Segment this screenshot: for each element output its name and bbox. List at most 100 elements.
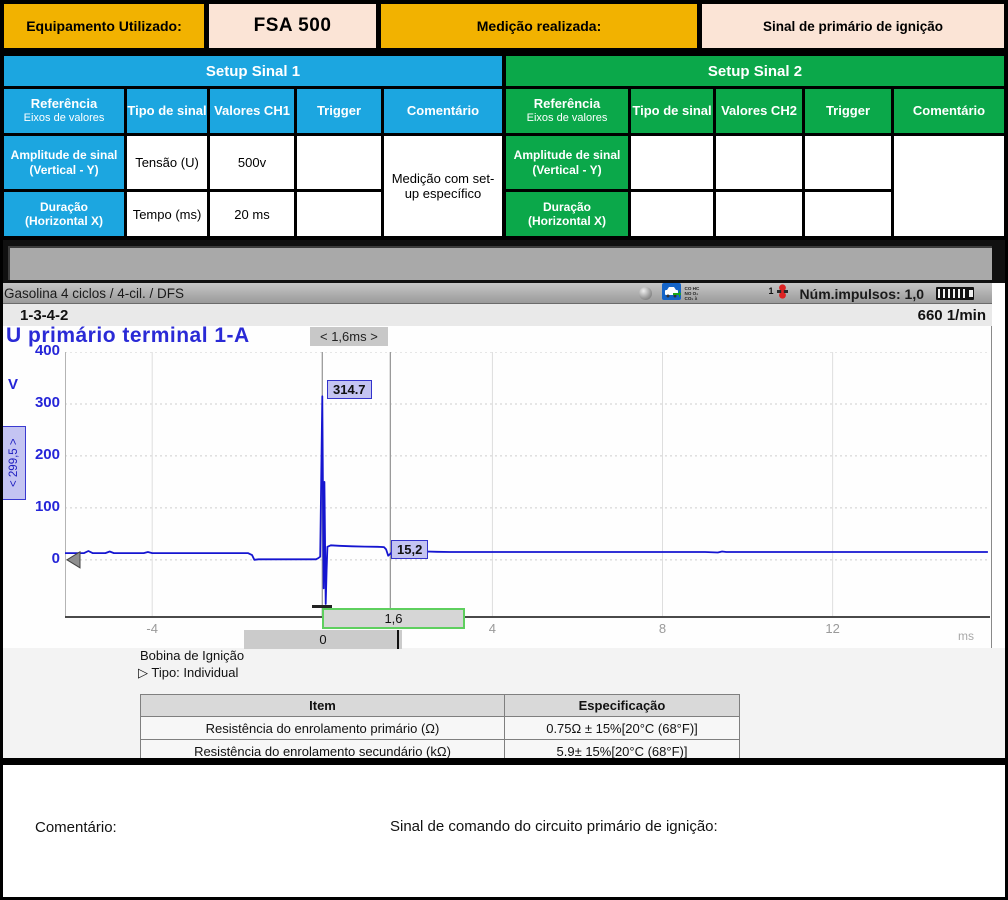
equipment-label: Equipamento Utilizado: <box>26 18 182 34</box>
scope-info-row: 1-3-4-2 660 1/min <box>0 304 992 326</box>
comment-label: Comentário: <box>35 819 117 836</box>
y-tick-label: 100 <box>24 498 60 515</box>
x-tick-label: -4 <box>137 621 167 636</box>
trigger-mark <box>312 605 332 608</box>
setup2-col-trigger: Trigger <box>805 89 891 133</box>
setup2-col-comentario: Comentário <box>894 89 1004 133</box>
measurement-value-cell: Sinal de primário de ignição <box>702 4 1004 48</box>
setup1-col-comentario: Comentário <box>384 89 502 133</box>
setup2-col-valores: Valores CH2 <box>716 89 802 133</box>
setup2-col-tipo: Tipo de sinal <box>631 89 713 133</box>
setup-signal-2-table: Setup Sinal 2 Referência Eixos de valore… <box>506 56 1004 236</box>
setup2-row1-ref: Amplitude de sinal <box>514 148 621 162</box>
y-tick-label: 0 <box>24 550 60 567</box>
x-axis-unit: ms <box>958 629 974 643</box>
spec-col-item: Item <box>141 695 505 717</box>
trigger-channel-number: 1 <box>769 286 774 296</box>
setup1-row1-tipo: Tensão (U) <box>127 136 207 189</box>
trigger-clamp-icon <box>775 284 790 304</box>
setup1-row2-valor: 20 ms <box>210 192 294 236</box>
setup2-row2-ref-sub: (Horizontal X) <box>528 214 606 228</box>
setup1-row1-valor: 500v <box>210 136 294 189</box>
scope-right-edge <box>991 283 992 648</box>
setup1-row1-trigger <box>297 136 381 189</box>
spec-col-espec: Especificação <box>505 695 740 717</box>
setup1-col-tipo: Tipo de sinal <box>127 89 207 133</box>
cursor-delta-box: 1,6 <box>322 608 465 629</box>
engine-config-text: Gasolina 4 ciclos / 4-cil. / DFS <box>4 286 184 301</box>
report-page: Equipamento Utilizado: FSA 500 Medição r… <box>0 0 1008 900</box>
setup1-row2-tipo: Tempo (ms) <box>127 192 207 236</box>
measurement-label-cell: Medição realizada: <box>381 4 697 48</box>
range-badge: < 299,5 > <box>2 426 26 500</box>
setup1-row2-ref-sub: (Horizontal X) <box>25 214 103 228</box>
time-delta-badge: < 1,6ms > <box>310 327 388 346</box>
status-sphere-icon <box>639 287 652 300</box>
x-tick-label: 4 <box>477 621 507 636</box>
setup2-row1-ref-sub: (Vertical - Y) <box>532 163 601 177</box>
setup2-row2-valor <box>716 192 802 236</box>
setup2-row2-tipo <box>631 192 713 236</box>
comment-box: Comentário: Sinal de comando do circuito… <box>0 765 1008 900</box>
battery-nub <box>969 290 973 297</box>
setup1-row2-label: Duração (Horizontal X) <box>4 192 124 236</box>
x-tick-label: 8 <box>648 621 678 636</box>
separator-band <box>0 240 1008 283</box>
setup2-comentario-value <box>894 136 1004 236</box>
setup1-col-valores: Valores CH1 <box>210 89 294 133</box>
setup2-row2-trigger <box>805 192 891 236</box>
y-tick-label: 400 <box>24 342 60 359</box>
cursor-voltage-label: 15,2 <box>391 540 428 559</box>
setup2-row2-ref: Duração <box>543 200 591 214</box>
spec-item-primary: Resistência do enrolamento primário (Ω) <box>141 717 505 740</box>
impulses-counter: Núm.impulsos: 1,0 <box>800 286 924 302</box>
setup1-row1-ref-sub: (Vertical - Y) <box>29 163 98 177</box>
equipment-value-cell: FSA 500 <box>209 4 376 48</box>
setup1-row2-trigger <box>297 192 381 236</box>
setup1-col-trigger: Trigger <box>297 89 381 133</box>
comment-text: Sinal de comando do circuito primário de… <box>390 818 718 835</box>
gas-line-3: CO₂ λ <box>685 296 711 301</box>
waveform-plot <box>65 352 990 618</box>
gas-analyser-icon: CO HC NO O₂ CO₂ λ <box>685 286 711 301</box>
equipment-value: FSA 500 <box>254 15 332 37</box>
y-tick-label: 200 <box>24 446 60 463</box>
measurement-label: Medição realizada: <box>477 18 602 34</box>
setup1-comentario-value: Medição com set-up específico <box>384 136 502 236</box>
cursor-handle <box>397 630 399 649</box>
y-tick-label: 300 <box>24 394 60 411</box>
waveform-svg <box>65 352 990 618</box>
setup2-row1-valor <box>716 136 802 189</box>
battery-icon <box>936 287 974 300</box>
coil-spec-area: Bobina de Ignição ▷ Tipo: Individual Ite… <box>0 648 1008 758</box>
cursor-zero-box: 0 <box>244 630 402 649</box>
table-row: Resistência do enrolamento primário (Ω) … <box>141 717 740 740</box>
setup2-row1-tipo <box>631 136 713 189</box>
coil-type-line: ▷ Tipo: Individual <box>138 665 238 681</box>
setup1-row1-ref: Amplitude de sinal <box>11 148 118 162</box>
vehicle-icon <box>662 283 681 305</box>
firing-order: 1-3-4-2 <box>20 307 68 324</box>
setup2-row1-trigger <box>805 136 891 189</box>
setup1-row2-ref: Duração <box>40 200 88 214</box>
setup2-col-ref-sub: Eixos de valores <box>527 112 608 125</box>
zero-level-marker <box>67 552 80 568</box>
battery-bars <box>938 289 966 298</box>
footer-separator <box>0 758 1008 765</box>
setup2-col-ref: Referência Eixos de valores <box>506 89 628 133</box>
setup2-title: Setup Sinal 2 <box>506 56 1004 86</box>
setup2-row2-label: Duração (Horizontal X) <box>506 192 628 236</box>
setup-signal-1-table: Setup Sinal 1 Referência Eixos de valore… <box>4 56 502 236</box>
scope-status-bar: Gasolina 4 ciclos / 4-cil. / DFS CO HC N… <box>0 283 992 304</box>
status-icons: CO HC NO O₂ CO₂ λ 1 Núm.impulsos: 1,0 <box>639 284 974 303</box>
engine-rpm: 660 1/min <box>918 307 986 324</box>
report-header-row: Equipamento Utilizado: FSA 500 Medição r… <box>0 0 1008 52</box>
y-axis-unit: V <box>8 376 18 393</box>
setup1-row1-label: Amplitude de sinal (Vertical - Y) <box>4 136 124 189</box>
separator-panel <box>8 246 992 280</box>
setup1-col-ref-sub: Eixos de valores <box>24 112 105 125</box>
equipment-label-cell: Equipamento Utilizado: <box>4 4 204 48</box>
setup1-col-ref-main: Referência <box>31 97 97 112</box>
spec-table: Item Especificação Resistência do enrola… <box>140 694 740 763</box>
setup-tables: Setup Sinal 1 Referência Eixos de valore… <box>0 52 1008 240</box>
